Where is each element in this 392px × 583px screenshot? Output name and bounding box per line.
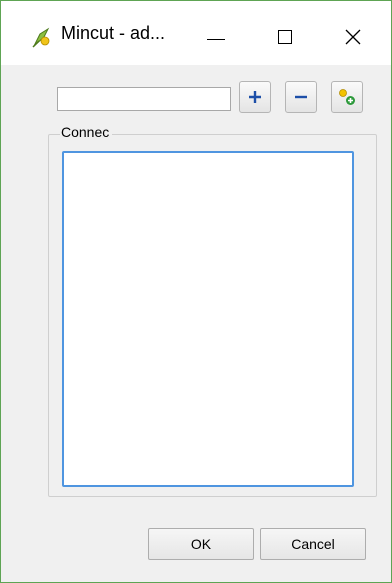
connec-group-title: Connec — [60, 124, 113, 140]
close-button[interactable] — [328, 15, 378, 59]
ok-button[interactable]: OK — [148, 528, 254, 560]
window-title: Mincut - ad... — [61, 23, 166, 43]
feature-id-input[interactable] — [57, 87, 231, 111]
select-feature-icon — [339, 89, 355, 105]
maximize-icon — [278, 30, 292, 44]
minimize-icon — [207, 38, 225, 40]
close-icon — [345, 29, 361, 45]
maximize-button[interactable] — [260, 15, 310, 59]
select-feature-button[interactable] — [331, 81, 363, 113]
cancel-button[interactable]: Cancel — [260, 528, 366, 560]
connec-list[interactable] — [62, 151, 354, 487]
qgis-icon — [32, 27, 50, 48]
minimize-button[interactable] — [191, 15, 241, 59]
minus-icon — [295, 95, 307, 99]
remove-button[interactable] — [285, 81, 317, 113]
title-bar[interactable]: Mincut - ad... — [1, 1, 391, 65]
add-button[interactable] — [239, 81, 271, 113]
plus-icon — [249, 91, 261, 103]
dialog-window: Mincut - ad... Connec OK Cancel — [0, 0, 392, 583]
